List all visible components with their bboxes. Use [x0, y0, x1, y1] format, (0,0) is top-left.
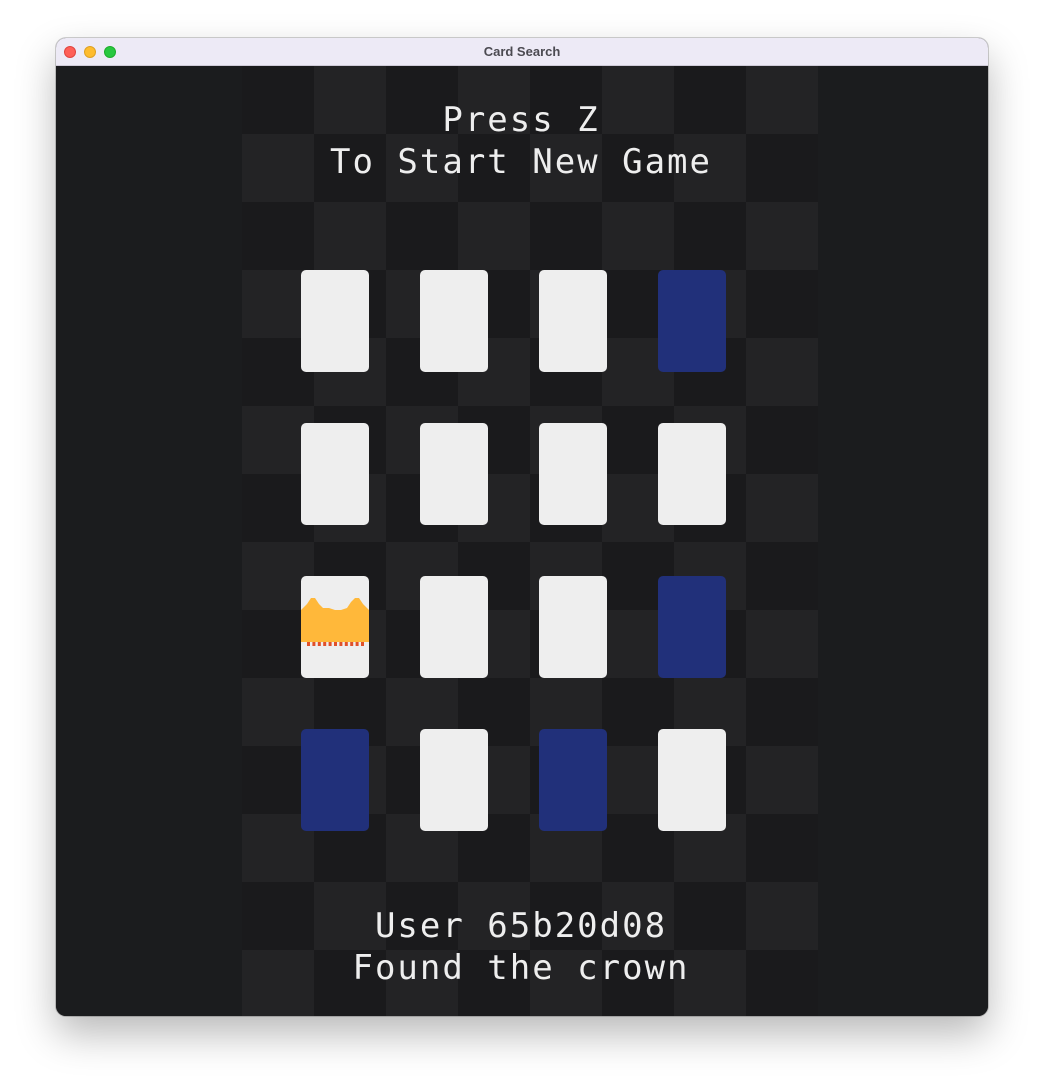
checker-square — [746, 338, 818, 406]
face-down-card[interactable] — [658, 423, 726, 525]
prompt-line-2: To Start New Game — [330, 142, 712, 182]
game-board: Press Z To Start New Game User 65b20d08 … — [242, 66, 818, 1016]
checker-square — [386, 202, 458, 270]
title-bar[interactable]: Card Search — [56, 38, 988, 66]
app-window: Card Search Press Z To Start New Game Us… — [56, 38, 988, 1016]
status-line-1: User 65b20d08 — [374, 906, 668, 946]
face-down-card[interactable] — [539, 576, 607, 678]
face-down-card[interactable] — [420, 729, 488, 831]
checker-square — [746, 542, 818, 610]
window-title: Card Search — [483, 44, 561, 59]
face-down-card[interactable] — [658, 729, 726, 831]
revealed-card[interactable] — [658, 576, 726, 678]
checker-square — [746, 270, 818, 338]
checker-square — [530, 202, 602, 270]
face-down-card[interactable] — [539, 270, 607, 372]
checkerboard-background — [242, 66, 818, 1016]
face-down-card[interactable] — [301, 270, 369, 372]
revealed-card[interactable] — [539, 729, 607, 831]
checker-square — [746, 474, 818, 542]
face-down-card[interactable] — [420, 423, 488, 525]
revealed-card[interactable] — [301, 729, 369, 831]
face-down-card[interactable] — [301, 423, 369, 525]
checker-square — [746, 610, 818, 678]
checker-square — [746, 406, 818, 474]
checker-square — [242, 202, 314, 270]
crown-card[interactable] — [301, 576, 369, 678]
crown-icon — [301, 598, 369, 646]
face-down-card[interactable] — [539, 423, 607, 525]
status-line-2: Found the crown — [352, 948, 690, 988]
game-canvas[interactable]: Press Z To Start New Game User 65b20d08 … — [56, 66, 988, 1016]
checker-square — [746, 202, 818, 270]
prompt-line-1: Press Z — [442, 100, 600, 140]
checker-square — [746, 678, 818, 746]
checker-square — [602, 202, 674, 270]
face-down-card[interactable] — [420, 270, 488, 372]
checker-square — [746, 746, 818, 814]
checker-square — [314, 202, 386, 270]
checker-square — [674, 202, 746, 270]
checker-square — [746, 814, 818, 882]
checker-square — [458, 202, 530, 270]
face-down-card[interactable] — [420, 576, 488, 678]
revealed-card[interactable] — [658, 270, 726, 372]
